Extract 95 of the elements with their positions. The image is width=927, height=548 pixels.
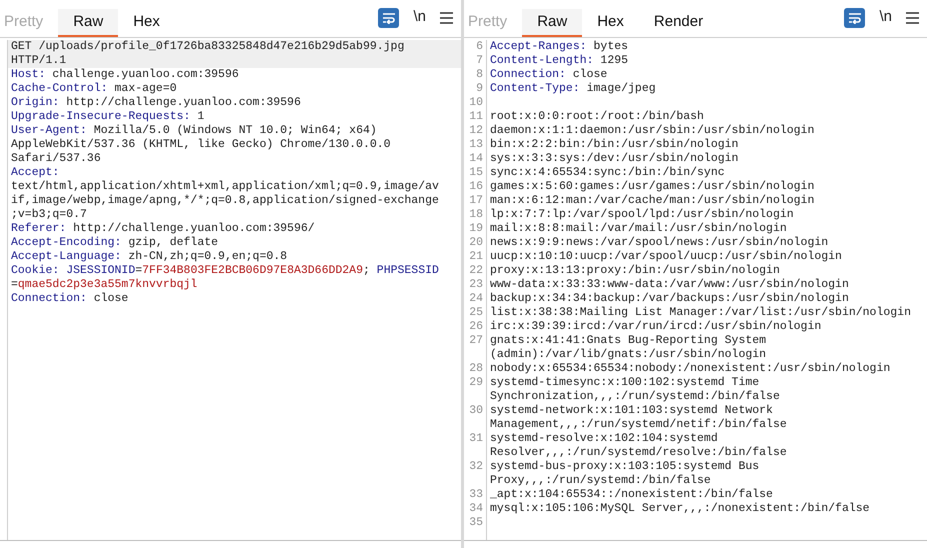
code-line: Synchronization,,,:/run/systemd:/bin/false (489, 390, 780, 404)
line-number: 28 (468, 362, 483, 376)
code-line: lp:x:7:7:lp:/var/spool/lpd:/usr/sbin/nologin (489, 208, 794, 222)
code-line: ;v=b3;q=0.7 (10, 208, 87, 222)
code-line: gnats:x:41:41:Gnats Bug-Reporting System (489, 334, 766, 348)
code-line: User-Agent: Mozilla/5.0 (Windows NT 10.0; Win64; x64) (10, 124, 377, 138)
code-line: Referer: http://challenge.yuanloo.com:39596/ (10, 222, 315, 236)
code-line: AppleWebKit/537.36 (KHTML, like Gecko) Chrome/130.0.0.0 (10, 138, 391, 152)
code-line: list:x:38:38:Mailing List Manager:/var/list:/usr/sbin/nologin (489, 306, 911, 320)
code-line: Content-Length: 1295 (489, 54, 628, 68)
line-number: 17 (468, 194, 483, 208)
code-line: Accept-Ranges: bytes (489, 40, 628, 54)
line-number: 33 (468, 488, 483, 502)
line-number: 11 (468, 110, 483, 124)
code-line: Accept: (10, 166, 60, 180)
line-number: 34 (468, 502, 483, 516)
code-line: root:x:0:0:root:/root:/bin/bash (489, 110, 704, 124)
code-line: Proxy,,,:/run/systemd:/bin/false (489, 474, 711, 488)
code-line: games:x:5:60:games:/usr/games:/usr/sbin/nologin (489, 180, 814, 194)
code-line: systemd-bus-proxy:x:103:105:systemd Bus (489, 460, 760, 474)
line-number: 25 (468, 306, 483, 320)
line-number: 16 (468, 180, 483, 194)
code-line: Accept-Encoding: gzip, deflate (10, 236, 218, 250)
code-line: Host: challenge.yuanloo.com:39596 (10, 68, 239, 82)
code-line: systemd-resolve:x:102:104:systemd (489, 432, 718, 446)
code-line: HTTP/1.1 (10, 54, 66, 68)
code-line: _apt:x:104:65534::/nonexistent:/bin/false (489, 488, 773, 502)
line-number: 32 (468, 460, 483, 474)
wrap-icon (848, 12, 862, 24)
code-line: (admin):/var/lib/gnats:/usr/sbin/nologin (489, 348, 766, 362)
wrap-icon (382, 12, 396, 24)
code-line: =qmae5dc2p3e3a55m7knvvrbqjl (10, 278, 198, 292)
word-wrap-button[interactable] (378, 8, 400, 28)
line-number: 7 (475, 54, 483, 68)
menu-icon[interactable] (440, 12, 453, 24)
code-line: sync:x:4:65534:sync:/bin:/bin/sync (489, 166, 725, 180)
code-line: Origin: http://challenge.yuanloo.com:39596 (10, 96, 301, 110)
line-number: 8 (475, 68, 483, 82)
line-number: 18 (468, 208, 483, 222)
code-line: backup:x:34:34:backup:/var/backups:/usr/sbin/nologin (489, 292, 849, 306)
code-line: Cache-Control: max-age=0 (10, 82, 177, 96)
newline-toggle[interactable]: \n (413, 6, 426, 29)
code-line: if,image/webp,image/apng,*/*;q=0.8,application/signed-exchange (10, 194, 439, 208)
code-line: nobody:x:65534:65534:nobody:/nonexistent:/usr/sbin/nologin (489, 362, 890, 376)
line-number: 22 (468, 264, 483, 278)
code-line: man:x:6:12:man:/var/cache/man:/usr/sbin/nologin (489, 194, 814, 208)
line-number: 27 (468, 334, 483, 348)
code-line: Connection: close (489, 68, 608, 82)
code-line: Connection: close (10, 292, 128, 306)
code-line: news:x:9:9:news:/var/spool/news:/usr/sbin/nologin (489, 236, 828, 250)
line-number: 31 (468, 432, 483, 446)
code-line: www-data:x:33:33:www-data:/var/www:/usr/sbin/nologin (489, 278, 849, 292)
line-number: 19 (468, 222, 483, 236)
line-number: 13 (468, 138, 483, 152)
code-line: proxy:x:13:13:proxy:/bin:/usr/sbin/nologin (489, 264, 780, 278)
line-number: 12 (468, 124, 483, 138)
view-tab[interactable]: Hex (118, 9, 175, 37)
code-line: Accept-Language: zh-CN,zh;q=0.9,en;q=0.8 (10, 250, 288, 264)
code-line: systemd-network:x:101:103:systemd Network (489, 404, 773, 418)
code-line: Resolver,,,:/run/systemd/resolve:/bin/false (489, 446, 787, 460)
code-line: mail:x:8:8:mail:/var/mail:/usr/sbin/nologin (489, 222, 787, 236)
line-number: 35 (468, 516, 483, 530)
code-line: uucp:x:10:10:uucp:/var/spool/uucp:/usr/sbin/nologin (489, 250, 842, 264)
newline-toggle[interactable]: \n (879, 6, 892, 29)
word-wrap-button[interactable] (844, 8, 866, 28)
menu-icon[interactable] (906, 12, 919, 24)
code-line: Management,,,:/run/systemd/netif:/bin/false (489, 418, 787, 432)
line-number: 26 (468, 320, 483, 334)
line-number: 21 (468, 250, 483, 264)
code-line: systemd-timesync:x:100:102:systemd Time (489, 376, 760, 390)
code-line: bin:x:2:2:bin:/bin:/usr/sbin/nologin (489, 138, 738, 152)
view-tab[interactable]: Hex (582, 9, 639, 37)
code-line: GET /uploads/profile_0f1726ba83325848d47e216b29d5ab99.jpg (10, 40, 404, 54)
view-tab[interactable]: Raw (58, 9, 118, 37)
code-line: Content-Type: image/jpeg (489, 82, 656, 96)
code-line: Upgrade-Insecure-Requests: 1 (10, 110, 204, 124)
code-line: Cookie: JSESSIONID=7FF34B803FE2BCB06D97E8A3D66DD2A9; PHPSESSID (10, 264, 439, 278)
line-number: 14 (468, 152, 483, 166)
code-line: mysql:x:105:106:MySQL Server,,,:/nonexistent:/bin/false (489, 502, 870, 516)
code-line: Safari/537.36 (10, 152, 101, 166)
line-number: 20 (468, 236, 483, 250)
view-tab[interactable]: Raw (522, 9, 582, 37)
view-tab[interactable]: Render (638, 9, 718, 37)
line-number: 23 (468, 278, 483, 292)
code-line: sys:x:3:3:sys:/dev:/usr/sbin/nologin (489, 152, 738, 166)
code-line: daemon:x:1:1:daemon:/usr/sbin:/usr/sbin/nologin (489, 124, 814, 138)
line-number: 15 (468, 166, 483, 180)
code-line: text/html,application/xhtml+xml,application/xml;q=0.9,image/av (10, 180, 439, 194)
line-number: 6 (475, 40, 483, 54)
line-number: 24 (468, 292, 483, 306)
line-number: 9 (475, 82, 483, 96)
code-line: irc:x:39:39:ircd:/var/run/ircd:/usr/sbin/nologin (489, 320, 822, 334)
line-number: 29 (468, 376, 483, 390)
line-number: 10 (468, 96, 483, 110)
line-number: 30 (468, 404, 483, 418)
